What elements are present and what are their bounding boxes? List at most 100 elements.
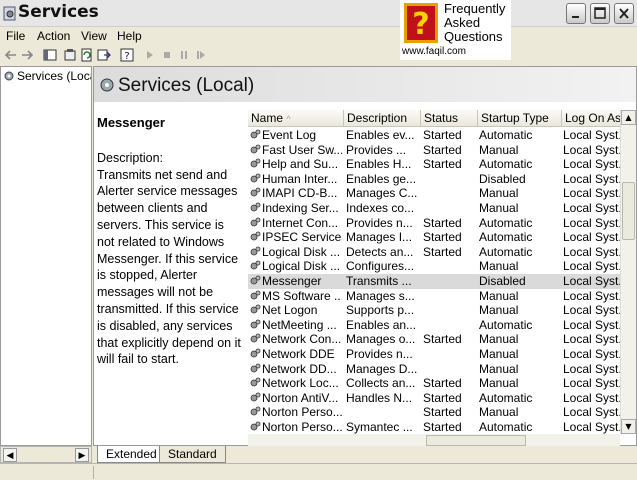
results-pane: Services (Local) Messenger Description: … [93, 66, 637, 447]
table-row[interactable]: Messenger Transmits ... Disabled Local Syst… [248, 274, 620, 289]
menu-help[interactable]: Help [117, 29, 142, 43]
cell-name: Network DDE [250, 347, 342, 362]
cell-desc: Enables ge... [346, 171, 417, 186]
cell-name: Event Log [250, 128, 342, 143]
table-row[interactable]: Logical Disk ... Detects an... Started Auto… [248, 245, 620, 260]
service-name: NetMeeting ... [262, 317, 337, 332]
pane-title: Services (Local) [118, 75, 255, 96]
close-button[interactable] [614, 3, 634, 24]
scroll-right-arrow-icon[interactable]: ▶ [75, 448, 89, 462]
cell-name: Network Loc... [250, 376, 342, 391]
cell-desc: Manages s... [346, 288, 415, 303]
table-row[interactable]: IPSEC Services Manages I... Started Automat… [248, 230, 620, 245]
menu-action[interactable]: Action [37, 29, 70, 43]
table-row[interactable]: Network DD... Manages D... Manual Local Sys… [248, 362, 620, 377]
svg-text:?: ? [124, 51, 129, 62]
forward-icon[interactable] [20, 48, 34, 62]
table-row[interactable]: Norton AntiV... Handles N... Started Automa… [248, 391, 620, 406]
cell-logon: Local Syst... [563, 215, 620, 230]
cell-logon: Local Syst... [563, 171, 620, 186]
maximize-button[interactable] [590, 3, 610, 24]
table-row[interactable]: Network Con... Manages o... Started Manual L… [248, 332, 620, 347]
scroll-down-arrow-icon[interactable]: ▼ [621, 419, 636, 434]
tree-horizontal-scrollbar[interactable]: ◀ ▶ [0, 446, 92, 463]
cell-desc: Manages I... [346, 230, 413, 245]
minimize-button[interactable] [566, 3, 586, 24]
table-row[interactable]: Norton Perso... Symantec ... Started Automa… [248, 420, 620, 434]
table-row[interactable]: Network Loc... Collects an... Started Manua… [248, 376, 620, 391]
service-name: Human Inter... [262, 171, 338, 186]
column-header-label: Name [251, 111, 284, 125]
service-name: Network DDE [262, 347, 335, 361]
refresh-icon[interactable] [80, 48, 94, 62]
cell-desc: Transmits ... [346, 274, 412, 288]
column-header-name[interactable]: Name ^ [248, 110, 344, 127]
list-vertical-scrollbar[interactable]: ▲ ▼ [620, 110, 636, 434]
table-row[interactable]: Human Inter... Enables ge... Disabled Local… [248, 172, 620, 187]
cell-logon: Local Syst... [563, 376, 620, 391]
table-row[interactable]: Indexing Ser... Indexes co... Manual Local … [248, 201, 620, 216]
help-icon[interactable]: ? [120, 48, 134, 62]
pause-service-icon[interactable] [177, 48, 191, 62]
table-row[interactable]: Network DDE Provides n... Manual Local Syst… [248, 347, 620, 362]
column-header-log-on-as[interactable]: Log On As [562, 110, 620, 127]
column-header-startup-type[interactable]: Startup Type [478, 110, 562, 127]
service-gear-icon [250, 319, 261, 329]
logo-url: www.faqil.com [402, 46, 466, 57]
service-gear-icon [250, 392, 261, 402]
export-list-icon[interactable] [97, 48, 111, 62]
table-row[interactable]: IMAPI CD-B... Manages C... Manual Local Sys… [248, 186, 620, 201]
cell-name: Human Inter... [250, 172, 342, 187]
vertical-scroll-thumb[interactable] [622, 182, 635, 240]
start-service-icon[interactable] [143, 48, 157, 62]
svg-text:?: ? [412, 7, 429, 42]
cell-name: Norton Perso... [250, 405, 342, 420]
table-row[interactable]: NetMeeting ... Enables an... Automatic Loca… [248, 318, 620, 333]
cell-name: MS Software ... [250, 289, 342, 304]
cell-status: Started [423, 157, 462, 172]
table-row[interactable]: Logical Disk ... Configures... Manual Local… [248, 259, 620, 274]
service-name: IPSEC Services [262, 230, 342, 245]
tab-standard[interactable]: Standard [159, 446, 226, 463]
service-name: Fast User Sw... [262, 142, 342, 157]
menu-file[interactable]: File [6, 29, 25, 43]
menu-view[interactable]: View [81, 29, 107, 43]
cell-logon: Local Syst... [563, 420, 620, 434]
logo-line-1: Frequently [444, 1, 506, 16]
show-hide-console-tree-icon[interactable] [43, 48, 57, 62]
maximize-icon [594, 7, 606, 19]
cell-desc: Enables ev... [346, 128, 415, 142]
service-name: Internet Con... [262, 215, 339, 230]
cell-desc: Collects an... [346, 376, 416, 391]
table-row[interactable]: Event Log Enables ev... Started Automatic Lo… [248, 128, 620, 143]
column-header-status[interactable]: Status [421, 110, 478, 127]
horizontal-scroll-thumb[interactable] [426, 435, 526, 446]
cell-logon: Local Syst... [563, 303, 620, 318]
properties-icon[interactable] [63, 48, 77, 62]
table-row[interactable]: Help and Su... Enables H... Started Automat… [248, 157, 620, 172]
table-row[interactable]: Norton Perso... Started Manual Local Syst..… [248, 405, 620, 420]
cell-name: Fast User Sw... [250, 143, 342, 158]
service-name: Network Con... [262, 332, 342, 347]
scroll-left-arrow-icon[interactable]: ◀ [3, 448, 17, 462]
scroll-up-arrow-icon[interactable]: ▲ [621, 110, 636, 125]
cell-logon: Local Syst... [563, 157, 620, 172]
table-row[interactable]: Fast User Sw... Provides ... Started Manual… [248, 143, 620, 158]
tree-item-label: Services (Local) [17, 69, 91, 83]
table-row[interactable]: Net Logon Supports p... Manual Local Syst..… [248, 303, 620, 318]
cell-desc: Manages D... [346, 361, 418, 376]
back-icon[interactable] [4, 48, 18, 62]
service-gear-icon [250, 246, 261, 256]
stop-service-icon[interactable] [160, 48, 174, 62]
cell-desc: Symantec ... [346, 420, 413, 434]
cell-startup: Manual [479, 347, 519, 361]
restart-service-icon[interactable] [194, 48, 208, 62]
column-header-description[interactable]: Description [344, 110, 421, 127]
table-row[interactable]: MS Software ... Manages s... Manual Local S… [248, 289, 620, 304]
tree-item-services-local[interactable]: Services (Local) [3, 69, 91, 83]
cell-status: Started [423, 230, 462, 245]
cell-logon: Local Syst... [563, 230, 620, 245]
table-row[interactable]: Internet Con... Provides n... Started Autom… [248, 216, 620, 231]
service-name: Norton Perso... [262, 405, 342, 420]
tab-extended[interactable]: Extended [97, 446, 166, 463]
